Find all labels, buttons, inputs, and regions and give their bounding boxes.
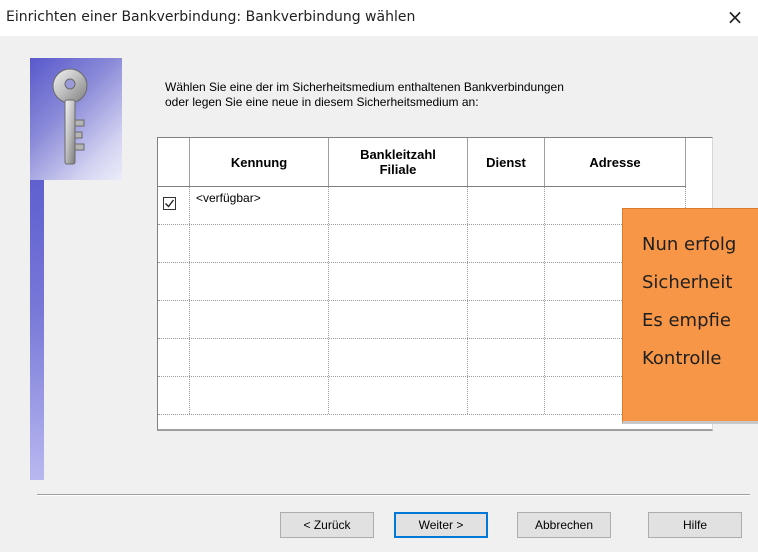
overlay-note-line-1: Nun erfolg [642, 234, 737, 255]
cell-dienst [468, 263, 545, 300]
column-header-dienst[interactable]: Dienst [468, 138, 545, 186]
column-header-bankleitzahl-line2: Filiale [379, 162, 417, 177]
window-title: Einrichten einer Bankverbindung: Bankver… [6, 9, 416, 25]
table-row[interactable] [158, 225, 686, 263]
wizard-key-panel [30, 58, 122, 180]
row-select-cell[interactable] [158, 301, 190, 338]
button-separator [37, 494, 750, 496]
overlay-note-line-3: Es empfie [642, 310, 731, 331]
cell-kennung: <verfügbar> [190, 187, 329, 224]
cancel-button[interactable]: Abbrechen [517, 512, 611, 538]
row-checkbox[interactable] [163, 197, 176, 210]
cell-kennung [190, 263, 329, 300]
table-row[interactable]: <verfügbar> [158, 187, 686, 225]
table-row[interactable] [158, 263, 686, 301]
overlay-note-line-4: Kontrolle [642, 348, 722, 369]
row-select-cell[interactable] [158, 263, 190, 300]
close-button[interactable]: × [712, 0, 758, 36]
cell-bankleitzahl [329, 339, 468, 376]
cell-dienst [468, 225, 545, 262]
row-select-cell[interactable] [158, 187, 190, 224]
table-row[interactable] [158, 339, 686, 377]
next-button[interactable]: Weiter > [394, 512, 488, 538]
cell-dienst [468, 377, 545, 414]
checkmark-icon [165, 199, 175, 208]
cell-bankleitzahl [329, 301, 468, 338]
grid-header: Kennung Bankleitzahl Filiale Dienst Adre… [158, 138, 686, 187]
title-bar: Einrichten einer Bankverbindung: Bankver… [0, 0, 758, 36]
cell-kennung [190, 225, 329, 262]
cell-bankleitzahl [329, 377, 468, 414]
column-header-kennung[interactable]: Kennung [190, 138, 329, 186]
cell-dienst [468, 301, 545, 338]
cell-kennung [190, 377, 329, 414]
cell-bankleitzahl [329, 187, 468, 224]
cell-bankleitzahl [329, 263, 468, 300]
cell-dienst [468, 187, 545, 224]
row-select-cell[interactable] [158, 377, 190, 414]
overlay-note-line-2: Sicherheit [642, 272, 733, 293]
cell-kennung [190, 301, 329, 338]
table-row[interactable] [158, 301, 686, 339]
cell-bankleitzahl [329, 225, 468, 262]
table-row[interactable] [158, 377, 686, 415]
help-button[interactable]: Hilfe [648, 512, 742, 538]
instructions-line-2: oder legen Sie eine neue in diesem Siche… [165, 95, 479, 109]
column-header-select[interactable] [158, 138, 190, 186]
cell-dienst [468, 339, 545, 376]
close-icon: × [726, 5, 744, 29]
cell-kennung [190, 339, 329, 376]
key-icon [52, 68, 88, 165]
row-select-cell[interactable] [158, 339, 190, 376]
row-select-cell[interactable] [158, 225, 190, 262]
instructions-line-1: Wählen Sie eine der im Sicherheitsmedium… [165, 80, 564, 94]
column-header-bankleitzahl[interactable]: Bankleitzahl Filiale [329, 138, 468, 186]
overlay-note: Nun erfolg Sicherheit Es empfie Kontroll… [622, 208, 758, 424]
back-button[interactable]: < Zurück [280, 512, 374, 538]
column-header-bankleitzahl-line1: Bankleitzahl [360, 147, 436, 162]
column-header-adresse[interactable]: Adresse [545, 138, 686, 186]
instructions: Wählen Sie eine der im Sicherheitsmedium… [165, 80, 705, 110]
